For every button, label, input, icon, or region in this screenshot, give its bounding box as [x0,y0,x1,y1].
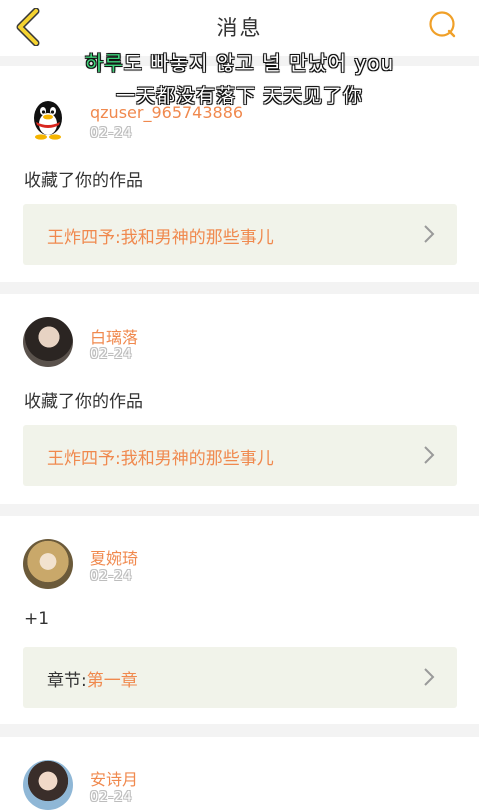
work-link[interactable]: 章节:第一章 [23,647,457,708]
message-card: 夏婉琦 02-24 +1 章节:第一章 [0,516,479,724]
message-card: 安诗月 02-24 [0,737,479,811]
message-date: 02-24 [90,790,133,805]
message-card: 白璃落 02-24 收藏了你的作品 王炸四予:我和男神的那些事儿 [0,294,479,504]
message-date: 02-24 [90,126,133,141]
avatar[interactable] [23,760,73,810]
action-text: 收藏了你的作品 [24,392,143,412]
search-button[interactable] [427,9,459,41]
work-title: 王炸四予:我和男神的那些事儿 [47,444,274,469]
work-link[interactable]: 王炸四予:我和男神的那些事儿 [23,425,457,486]
work-name: 王炸四予:我和男神的那些事儿 [47,228,274,248]
user-name[interactable]: 夏婉琦 [90,545,138,569]
chevron-right-icon [424,446,435,464]
avatar[interactable] [23,539,73,589]
overlay-caption-chinese: 一天都没有落下 天天见了你 [115,85,364,107]
chevron-right-icon [424,225,435,243]
overlay-caption-korean: 하루도 빠놓지 않고 널 만났어 you [0,51,479,75]
work-name: 王炸四予:我和男神的那些事儿 [47,449,274,469]
user-name[interactable]: 安诗月 [90,766,138,790]
work-name: 第一章 [86,671,138,691]
avatar[interactable] [23,317,73,367]
work-prefix: 章节: [47,671,87,691]
action-text: 收藏了你的作品 [24,171,143,191]
message-date: 02-24 [90,569,133,584]
overlay-caption-highlight: 하루 [84,51,124,75]
overlay-caption-rest: 도 빠놓지 않고 널 만났어 you [123,51,395,75]
user-name[interactable]: 白璃落 [90,324,138,348]
action-text: +1 [24,609,50,629]
work-title: 章节:第一章 [47,666,138,691]
chevron-right-icon [424,668,435,686]
page-title: 消息 [216,16,263,40]
search-icon [429,11,456,38]
work-title: 王炸四予:我和男神的那些事儿 [47,223,274,248]
message-date: 02-24 [90,347,133,362]
top-bar: 消息 [0,0,479,56]
work-link[interactable]: 王炸四予:我和男神的那些事儿 [23,204,457,265]
